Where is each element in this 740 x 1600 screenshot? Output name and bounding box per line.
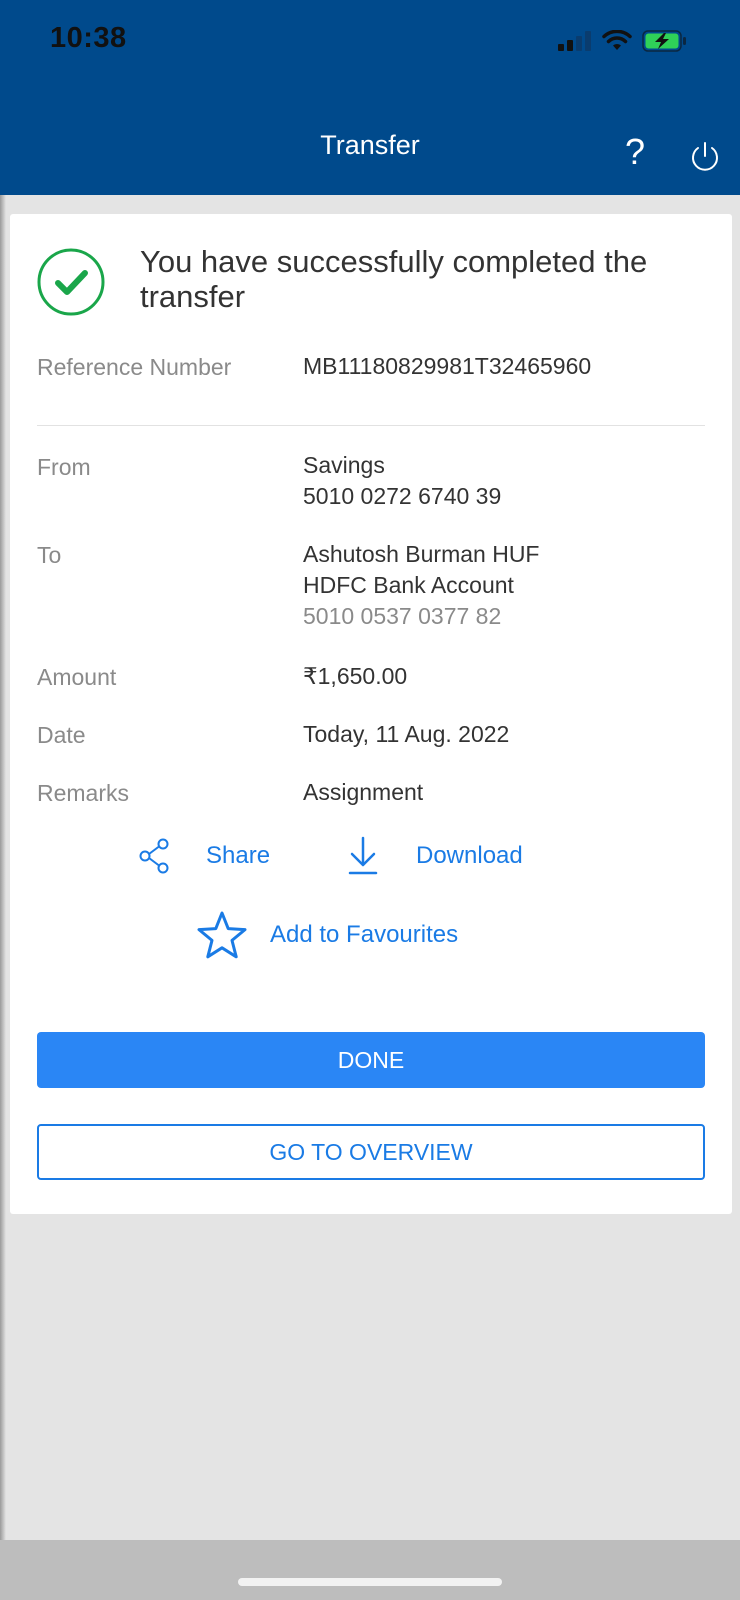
from-label: From <box>37 454 91 480</box>
date-label: Date <box>37 722 86 748</box>
from-account-number: 5010 0272 6740 39 <box>303 483 502 509</box>
download-label: Download <box>416 842 523 869</box>
go-to-overview-button[interactable]: GO TO OVERVIEW <box>37 1124 705 1180</box>
bottom-bar <box>0 1540 740 1600</box>
status-time: 10:38 <box>50 22 127 54</box>
home-indicator[interactable] <box>238 1578 502 1586</box>
success-check-icon <box>37 248 105 316</box>
wifi-icon <box>602 30 632 50</box>
date-value: Today, 11 Aug. 2022 <box>303 721 510 747</box>
reference-number-value: MB11180829981T32465960 <box>303 353 592 379</box>
success-message: You have successfully completed the tran… <box>140 244 648 314</box>
amount-value: ₹1,650.00 <box>303 663 408 689</box>
add-to-favourites-button[interactable]: Add to Favourites <box>196 910 458 960</box>
star-icon <box>197 911 247 959</box>
amount-label: Amount <box>37 664 117 690</box>
to-bank-name: HDFC Bank Account <box>303 572 514 598</box>
status-icons <box>558 28 688 54</box>
to-payee-name: Ashutosh Burman HUF <box>303 541 540 567</box>
download-icon <box>348 836 378 875</box>
to-account-number: 5010 0537 0377 82 <box>303 603 502 629</box>
from-account: Savings 5010 0272 6740 39 <box>303 450 501 512</box>
divider <box>37 425 705 426</box>
from-account-type: Savings <box>303 452 385 478</box>
transfer-confirmation-card: You have successfully completed the tran… <box>10 214 732 1214</box>
app-header: 10:38 Transfer ? <box>0 0 740 195</box>
to-label: To <box>37 542 62 568</box>
help-button[interactable]: ? <box>620 130 650 174</box>
add-to-favourites-label: Add to Favourites <box>270 921 459 948</box>
share-label: Share <box>206 842 271 869</box>
to-account: Ashutosh Burman HUF HDFC Bank Account 50… <box>303 539 539 632</box>
share-icon <box>139 838 169 874</box>
logout-power-icon[interactable] <box>688 140 722 174</box>
screen-edge-shadow <box>0 195 6 1540</box>
remarks-value: Assignment <box>303 779 424 805</box>
cellular-signal-icon <box>558 31 591 51</box>
download-button[interactable]: Download <box>348 836 523 876</box>
share-button[interactable]: Share <box>138 838 270 874</box>
remarks-label: Remarks <box>37 780 130 806</box>
done-button[interactable]: DONE <box>37 1032 705 1088</box>
battery-charging-icon <box>642 30 686 52</box>
reference-number-label: Reference Number <box>37 354 232 380</box>
